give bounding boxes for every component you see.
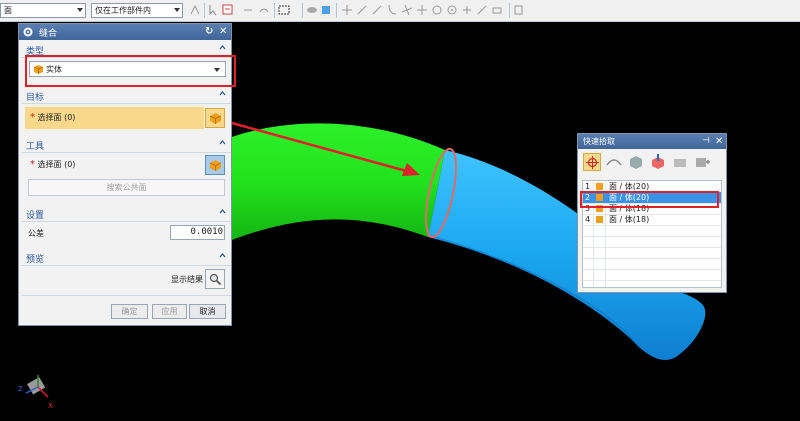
settings-section-label: 设置 bbox=[26, 211, 45, 221]
point-on-surface-icon[interactable] bbox=[491, 4, 503, 16]
snap-point-icon[interactable] bbox=[341, 4, 353, 16]
selection-scope-value: 仅在工作部件内 bbox=[95, 6, 151, 15]
chevron-up-icon bbox=[219, 90, 226, 96]
existing-point-icon[interactable] bbox=[461, 4, 473, 16]
intersection-icon[interactable] bbox=[401, 4, 413, 16]
filter-component-icon[interactable] bbox=[693, 153, 711, 171]
filter-all-button[interactable] bbox=[583, 153, 601, 171]
arc-center-icon[interactable] bbox=[416, 4, 428, 16]
layer-icon[interactable] bbox=[513, 4, 525, 16]
tool-pick-face-button[interactable] bbox=[205, 155, 225, 175]
apply-button[interactable]: 应用 bbox=[152, 304, 187, 319]
chevron-down-icon bbox=[174, 8, 180, 12]
settings-section-header[interactable]: 设置 bbox=[21, 208, 230, 221]
preview-section-label: 预览 bbox=[26, 255, 45, 265]
close-icon[interactable]: ✕ bbox=[715, 134, 723, 149]
refresh-icon[interactable]: ↻ bbox=[205, 26, 213, 37]
face-body-icon bbox=[596, 183, 603, 190]
chevron-up-icon bbox=[219, 208, 226, 214]
preview-section-header[interactable]: 预览 bbox=[21, 252, 230, 265]
show-result-button[interactable] bbox=[205, 269, 225, 289]
filter-body-icon[interactable] bbox=[627, 153, 645, 171]
point-on-curve-icon[interactable] bbox=[476, 4, 488, 16]
tool-select-face-row[interactable]: * 选择面 (0) bbox=[30, 159, 75, 170]
crosshair-icon bbox=[586, 156, 599, 169]
mid-point-icon[interactable] bbox=[371, 4, 383, 16]
chevron-up-icon bbox=[219, 252, 226, 258]
rectangle-select-icon[interactable] bbox=[278, 4, 290, 16]
filter-face-icon[interactable] bbox=[649, 153, 667, 171]
quick-pick-title: 快速拾取 bbox=[583, 137, 615, 146]
gear-icon bbox=[23, 27, 33, 37]
target-pick-face-button[interactable] bbox=[205, 108, 225, 128]
quadrant-icon[interactable] bbox=[431, 4, 443, 16]
selection-filter-dropdown[interactable]: 面 bbox=[0, 3, 86, 18]
tolerance-input[interactable]: 0.0010 bbox=[170, 225, 225, 240]
end-point-icon[interactable] bbox=[356, 4, 368, 16]
svg-text:Z: Z bbox=[18, 385, 23, 393]
circle-point-icon[interactable] bbox=[446, 4, 458, 16]
control-point-icon[interactable] bbox=[386, 4, 398, 16]
chevron-down-icon bbox=[77, 8, 83, 12]
pin-icon[interactable]: ⊣ bbox=[702, 134, 710, 149]
svg-text:X: X bbox=[48, 402, 53, 410]
show-result-label: 显示结果 bbox=[171, 275, 203, 284]
snap-icon[interactable] bbox=[189, 4, 201, 16]
face-body-icon bbox=[596, 216, 603, 223]
view-icon[interactable] bbox=[306, 4, 318, 16]
quick-pick-filter-toolbar bbox=[581, 152, 723, 174]
quick-pick-titlebar[interactable]: 快速拾取 ⊣ ✕ bbox=[578, 134, 726, 149]
target-section-label: 目标 bbox=[26, 93, 45, 103]
filter-feature-icon[interactable] bbox=[671, 153, 689, 171]
search-common-faces-button[interactable]: 搜索公共面 bbox=[28, 179, 225, 196]
required-mark: * bbox=[30, 112, 35, 123]
select-type-icon[interactable] bbox=[222, 4, 234, 16]
selection-scope-dropdown[interactable]: 仅在工作部件内 bbox=[91, 3, 183, 18]
tolerance-label: 公差 bbox=[28, 229, 44, 238]
highlight-box-quickpick bbox=[580, 191, 719, 208]
highlight-box-type bbox=[25, 55, 236, 87]
top-toolbar: 面 仅在工作部件内 bbox=[0, 0, 800, 22]
magnifier-icon bbox=[209, 273, 222, 286]
target-select-face-row[interactable]: * 选择面 (0) bbox=[25, 107, 204, 129]
cancel-button[interactable]: 取消 bbox=[189, 304, 226, 319]
ok-button[interactable]: 确定 bbox=[111, 304, 148, 319]
stitch-dialog-title: 缝合 bbox=[39, 28, 58, 39]
close-icon[interactable]: ✕ bbox=[219, 26, 227, 37]
tool-section-header[interactable]: 工具 bbox=[21, 139, 230, 152]
filter-curve-icon[interactable] bbox=[605, 153, 623, 171]
tool-select-face-label: 选择面 (0) bbox=[37, 160, 76, 169]
chevron-up-icon bbox=[219, 139, 226, 145]
deselect-icon[interactable] bbox=[242, 4, 254, 16]
select-chain-icon[interactable] bbox=[258, 4, 270, 16]
quick-pick-dialog: 快速拾取 ⊣ ✕ 1 面 / 体(20) 2 面 / 体(20) 3 面 / 体… bbox=[577, 133, 727, 293]
chevron-up-icon bbox=[219, 44, 226, 50]
list-item[interactable]: 4 面 / 体(18) bbox=[583, 214, 721, 225]
shaded-view-icon[interactable] bbox=[320, 4, 332, 16]
required-mark: * bbox=[30, 159, 35, 170]
tool-section-label: 工具 bbox=[26, 142, 45, 152]
view-triad: X Z bbox=[18, 375, 53, 410]
stitch-dialog-titlebar[interactable]: 缝合 ↻ ✕ bbox=[19, 24, 231, 40]
target-section-header[interactable]: 目标 bbox=[21, 90, 230, 103]
arrow-select-icon[interactable] bbox=[208, 4, 220, 16]
pick-face-icon bbox=[209, 160, 222, 171]
target-select-face-label: 选择面 (0) bbox=[37, 113, 76, 122]
pick-face-icon bbox=[209, 113, 222, 124]
selection-filter-value: 面 bbox=[4, 6, 12, 15]
green-body bbox=[232, 123, 445, 240]
